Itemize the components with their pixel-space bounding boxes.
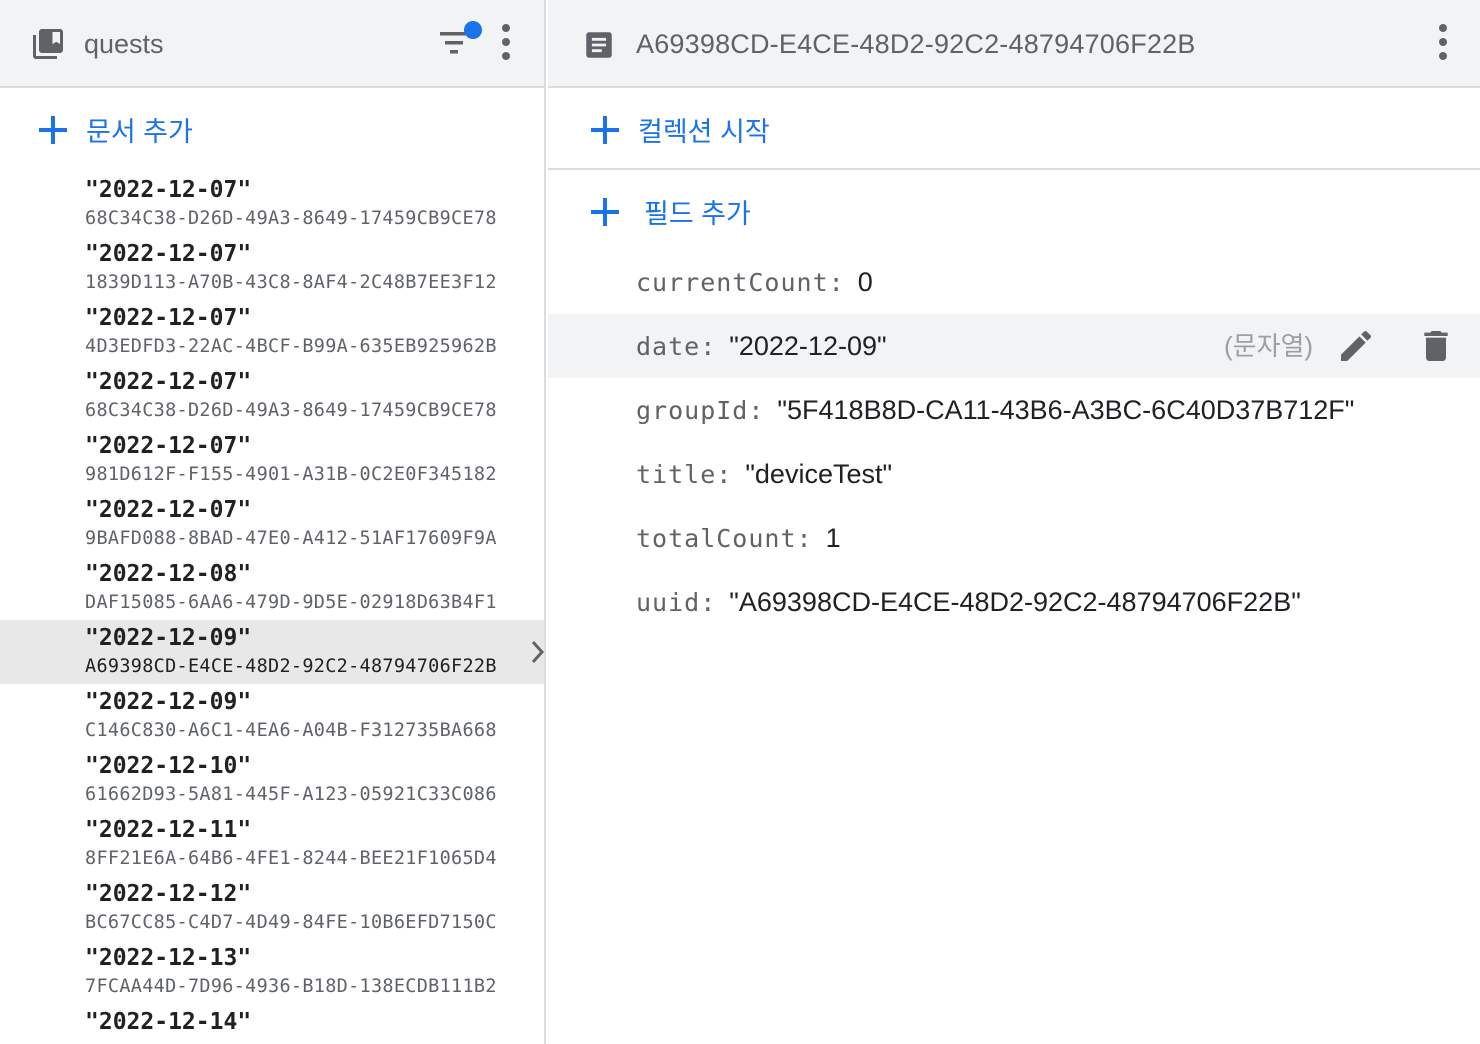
field-type: (문자열) xyxy=(1224,331,1314,361)
document-icon xyxy=(586,32,612,58)
document-name: "2022-12-13" xyxy=(85,945,252,971)
field-key: groupId xyxy=(636,395,749,425)
document-id: 4D3EDFD3-22AC-4BCF-B99A-635EB925962B xyxy=(85,336,497,357)
field-value: "2022-12-09" xyxy=(729,330,887,361)
add-field-button[interactable]: 필드 추가 xyxy=(588,192,751,231)
document-id: 68C34C38-D26D-49A3-8649-17459CB9CE78 xyxy=(85,208,497,229)
document-id: 8FF21E6A-64B6-4FE1-8244-BEE21F1065D4 xyxy=(85,848,497,869)
document-list-item[interactable]: "2022-12-10" 61662D93-5A81-445F-A123-0592… xyxy=(0,748,544,812)
document-id: 981D612F-F155-4901-A31B-0C2E0F345182 xyxy=(85,464,497,485)
field-row-totalCount[interactable]: totalCount: 1 xyxy=(548,506,1480,570)
field-value: 0 xyxy=(857,266,873,297)
add-document-label: 문서 추가 xyxy=(86,117,193,147)
chevron-right-icon xyxy=(531,640,544,664)
divider xyxy=(548,168,1480,170)
plus-icon xyxy=(591,197,619,226)
document-list-item[interactable]: "2022-12-13" 7FCAA44D-7D96-4936-B18D-138E… xyxy=(0,940,544,1004)
document-name: "2022-12-07" xyxy=(85,177,252,203)
document-name: "2022-12-09" xyxy=(85,689,252,715)
document-header: A69398CD-E4CE-48D2-92C2-48794706F22B xyxy=(548,0,1480,88)
document-list-item[interactable]: "2022-12-07" 68C34C38-D26D-49A3-8649-1745… xyxy=(0,364,544,428)
field-value: 1 xyxy=(825,522,841,553)
document-id: A69398CD-E4CE-48D2-92C2-48794706F22B xyxy=(85,656,497,677)
document-name: "2022-12-11" xyxy=(85,817,252,843)
document-more-icon[interactable] xyxy=(1431,22,1455,66)
document-title: A69398CD-E4CE-48D2-92C2-48794706F22B xyxy=(636,29,1196,59)
plus-icon xyxy=(39,115,67,144)
document-id: C146C830-A6C1-4EA6-A04B-F312735BA668 xyxy=(85,720,497,741)
document-id: DAF15085-6AA6-479D-9D5E-02918D63B4F1 xyxy=(85,592,497,613)
filter-icon[interactable] xyxy=(434,18,486,70)
add-field-label: 필드 추가 xyxy=(644,199,751,229)
document-list-item[interactable]: "2022-12-07" 981D612F-F155-4901-A31B-0C2E… xyxy=(0,428,544,492)
document-id: 7FCAA44D-7D96-4936-B18D-138ECDB111B2 xyxy=(85,976,497,997)
document-list-item[interactable]: "2022-12-09" C146C830-A6C1-4EA6-A04B-F312… xyxy=(0,684,544,748)
field-value: "5F418B8D-CA11-43B6-A3BC-6C40D37B712F" xyxy=(777,394,1355,425)
document-name: "2022-12-09" xyxy=(85,625,252,651)
document-id: 61662D93-5A81-445F-A123-05921C33C086 xyxy=(85,784,497,805)
field-value: "deviceTest" xyxy=(745,458,893,489)
collection-panel: quests 문서 추가 "2022-12-07" 68C34C38-D26D-4… xyxy=(0,0,546,1044)
document-id: BC67CC85-C4D7-4D49-84FE-10B6EFD7150C xyxy=(85,912,497,933)
document-name: "2022-12-07" xyxy=(85,305,252,331)
field-key: date xyxy=(636,331,701,361)
document-name: "2022-12-08" xyxy=(85,561,252,587)
document-name: "2022-12-12" xyxy=(85,881,252,907)
document-list-item[interactable]: "2022-12-07" 9BAFD088-8BAD-47E0-A412-51AF… xyxy=(0,492,544,556)
field-key: title xyxy=(636,459,717,489)
document-id: 9BAFD088-8BAD-47E0-A412-51AF17609F9A xyxy=(85,528,497,549)
field-row-date[interactable]: date: "2022-12-09" (문자열) xyxy=(548,314,1480,378)
field-key: uuid xyxy=(636,587,701,617)
collection-title: quests xyxy=(84,29,164,59)
document-list: "2022-12-07" 68C34C38-D26D-49A3-8649-1745… xyxy=(0,172,544,1044)
field-row-currentCount[interactable]: currentCount: 0 xyxy=(548,250,1480,314)
plus-icon xyxy=(591,115,619,144)
field-key: currentCount xyxy=(636,267,829,297)
field-value: "A69398CD-E4CE-48D2-92C2-48794706F22B" xyxy=(729,586,1301,617)
collection-more-icon[interactable] xyxy=(494,22,518,66)
field-key: totalCount xyxy=(636,523,797,553)
field-row-uuid[interactable]: uuid: "A69398CD-E4CE-48D2-92C2-48794706F… xyxy=(548,570,1480,634)
document-name: "2022-12-07" xyxy=(85,369,252,395)
document-name: "2022-12-07" xyxy=(85,241,252,267)
collection-header: quests xyxy=(0,0,544,88)
document-list-item[interactable]: "2022-12-07" 68C34C38-D26D-49A3-8649-1745… xyxy=(0,172,544,236)
document-list-item[interactable]: "2022-12-11" 8FF21E6A-64B6-4FE1-8244-BEE2… xyxy=(0,812,544,876)
field-row-title[interactable]: title: "deviceTest" xyxy=(548,442,1480,506)
document-name: "2022-12-14" xyxy=(85,1009,252,1035)
delete-icon[interactable] xyxy=(1416,326,1456,366)
document-id: 68C34C38-D26D-49A3-8649-17459CB9CE78 xyxy=(85,400,497,421)
add-document-button[interactable]: 문서 추가 xyxy=(36,110,193,149)
document-id: 1839D113-A70B-43C8-8AF4-2C48B7EE3F12 xyxy=(85,272,497,293)
field-row-groupId[interactable]: groupId: "5F418B8D-CA11-43B6-A3BC-6C40D3… xyxy=(548,378,1480,442)
document-list-item[interactable]: "2022-12-14" xyxy=(0,1004,544,1044)
document-list-item[interactable]: "2022-12-07" 4D3EDFD3-22AC-4BCF-B99A-635E… xyxy=(0,300,544,364)
document-list-item[interactable]: "2022-12-12" BC67CC85-C4D7-4D49-84FE-10B6… xyxy=(0,876,544,940)
start-collection-button[interactable]: 컬렉션 시작 xyxy=(588,110,770,149)
document-name: "2022-12-07" xyxy=(85,433,252,459)
document-list-item[interactable]: "2022-12-08" DAF15085-6AA6-479D-9D5E-0291… xyxy=(0,556,544,620)
collection-icon xyxy=(33,29,63,59)
document-name: "2022-12-10" xyxy=(85,753,252,779)
document-list-item[interactable]: "2022-12-09" A69398CD-E4CE-48D2-92C2-4879… xyxy=(0,620,544,684)
document-list-item[interactable]: "2022-12-07" 1839D113-A70B-43C8-8AF4-2C48… xyxy=(0,236,544,300)
document-panel: A69398CD-E4CE-48D2-92C2-48794706F22B 컬렉션… xyxy=(548,0,1480,1044)
field-list: currentCount: 0 date: "2022-12-09" (문자열)… xyxy=(548,250,1480,634)
edit-icon[interactable] xyxy=(1336,326,1376,366)
document-name: "2022-12-07" xyxy=(85,497,252,523)
start-collection-label: 컬렉션 시작 xyxy=(638,117,770,147)
